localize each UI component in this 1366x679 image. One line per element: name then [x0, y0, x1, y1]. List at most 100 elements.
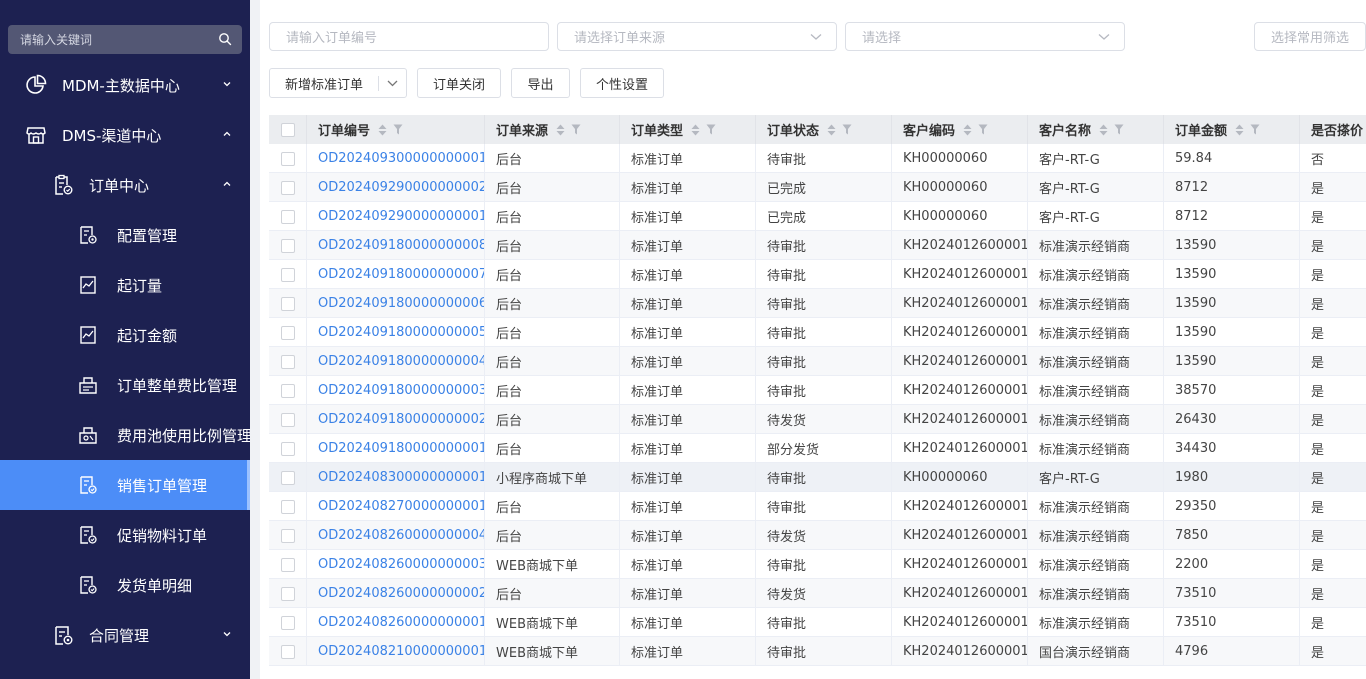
common-filter-select[interactable]: 选择常用筛选 [1254, 22, 1366, 51]
search-icon[interactable] [218, 32, 232, 46]
sidebar-search-input[interactable] [8, 25, 208, 54]
sort-icon[interactable] [556, 124, 565, 136]
table-row[interactable]: OD202409180000000002 后台 标准订单 待发货 KH202401260… [269, 405, 1366, 434]
sort-icon[interactable] [827, 124, 836, 136]
export-button[interactable]: 导出 [511, 68, 570, 98]
sort-icon[interactable] [1099, 124, 1108, 136]
row-checkbox[interactable] [280, 644, 295, 659]
sort-icon[interactable] [378, 124, 387, 136]
table-row[interactable]: OD202408260000000003 WEB商城下单 标准订单 待审批 KH2024… [269, 550, 1366, 579]
sidebar-item-min-amount[interactable]: 起订金额 [0, 310, 250, 360]
order-no-link[interactable]: OD202409180000000006 [318, 296, 484, 311]
order-no-link[interactable]: OD202409180000000004 [318, 354, 484, 369]
new-order-button[interactable]: 新增标准订单 [270, 69, 378, 97]
order-no-link[interactable]: OD202408260000000001 [318, 615, 484, 630]
row-checkbox[interactable] [280, 615, 295, 630]
table-row[interactable]: OD202409180000000007 后台 标准订单 待审批 KH202401260… [269, 260, 1366, 289]
sidebar-item-mdm[interactable]: MDM-主数据中心 [0, 60, 250, 110]
filter-icon[interactable] [978, 124, 988, 135]
order-no-link[interactable]: OD202409180000000002 [318, 412, 484, 427]
column-header-label[interactable]: 订单编号 [318, 120, 370, 139]
order-no-link[interactable]: OD202409290000000002 [318, 180, 484, 195]
sort-icon[interactable] [691, 124, 700, 136]
row-checkbox[interactable] [280, 267, 295, 282]
order-no-link[interactable]: OD202409180000000001 [318, 441, 484, 456]
order-source-select[interactable]: 请选择订单来源 [557, 22, 837, 51]
row-checkbox[interactable] [280, 180, 295, 195]
order-no-link[interactable]: OD202408260000000004 [318, 528, 484, 543]
order-status-select[interactable]: 请选择 [845, 22, 1125, 51]
sidebar-item-config[interactable]: 配置管理 [0, 210, 250, 260]
sidebar-item-delivery-detail[interactable]: 发货单明细 [0, 560, 250, 610]
select-all-checkbox[interactable] [280, 122, 295, 137]
table-row[interactable]: OD202408260000000004 后台 标准订单 待发货 KH202401260… [269, 521, 1366, 550]
order-no-link[interactable]: OD202408260000000003 [318, 557, 484, 572]
new-order-dropdown[interactable] [379, 69, 406, 97]
order-no-link[interactable]: OD202408210000000001 [318, 644, 484, 659]
filter-icon[interactable] [706, 124, 716, 135]
order-no-link[interactable]: OD202408270000000001 [318, 499, 484, 514]
row-checkbox[interactable] [280, 151, 295, 166]
row-checkbox[interactable] [280, 586, 295, 601]
filter-icon[interactable] [1250, 124, 1260, 135]
order-no-link[interactable]: OD202409180000000007 [318, 267, 484, 282]
row-checkbox[interactable] [280, 470, 295, 485]
order-no-link[interactable]: OD202409300000000001 [318, 151, 484, 166]
order-no-link[interactable]: OD202409290000000001 [318, 209, 484, 224]
close-order-button[interactable]: 订单关闭 [417, 68, 501, 98]
table-row[interactable]: OD202408300000000001 小程序商城下单 标准订单 待审批 KH0000… [269, 463, 1366, 492]
row-checkbox[interactable] [280, 441, 295, 456]
table-row[interactable]: OD202409180000000006 后台 标准订单 待审批 KH202401260… [269, 289, 1366, 318]
sidebar-item-sales-order[interactable]: 销售订单管理 [0, 460, 250, 510]
column-header-label[interactable]: 是否搽价 [1311, 120, 1363, 139]
row-checkbox[interactable] [280, 296, 295, 311]
sidebar-item-contract[interactable]: 合同管理 [0, 610, 250, 660]
sort-icon[interactable] [1235, 124, 1244, 136]
table-row[interactable]: OD202409180000000003 后台 标准订单 待审批 KH202401260… [269, 376, 1366, 405]
table-row[interactable]: OD202409180000000004 后台 标准订单 待审批 KH202401260… [269, 347, 1366, 376]
sidebar-item-order-center[interactable]: 订单中心 [0, 160, 250, 210]
row-checkbox[interactable] [280, 557, 295, 572]
column-header-label[interactable]: 订单金额 [1175, 120, 1227, 139]
table-row[interactable]: OD202409180000000001 后台 标准订单 部分发货 KH20240126… [269, 434, 1366, 463]
column-header-label[interactable]: 订单类型 [631, 120, 683, 139]
row-checkbox[interactable] [280, 528, 295, 543]
order-no-link[interactable]: OD202408300000000001 [318, 470, 484, 485]
row-checkbox[interactable] [280, 325, 295, 340]
sidebar-item-promo-order[interactable]: 促销物料订单 [0, 510, 250, 560]
table-row[interactable]: OD202409290000000001 后台 标准订单 已完成 KH00000060 客… [269, 202, 1366, 231]
order-no-link[interactable]: OD202409180000000008 [318, 238, 484, 253]
filter-icon[interactable] [571, 124, 581, 135]
row-checkbox[interactable] [280, 209, 295, 224]
sort-icon[interactable] [963, 124, 972, 136]
row-checkbox[interactable] [280, 354, 295, 369]
sidebar-item-fee-pool[interactable]: 费用池使用比例管理 [0, 410, 250, 460]
column-header-label[interactable]: 订单来源 [496, 120, 548, 139]
column-header-label[interactable]: 客户名称 [1039, 120, 1091, 139]
column-header-label[interactable]: 订单状态 [767, 120, 819, 139]
column-header-label[interactable]: 客户编码 [903, 120, 955, 139]
order-no-link[interactable]: OD202409180000000005 [318, 325, 484, 340]
order-no-link[interactable]: OD202408260000000002 [318, 586, 484, 601]
personal-settings-button[interactable]: 个性设置 [580, 68, 664, 98]
sidebar-item-dms[interactable]: DMS-渠道中心 [0, 110, 250, 160]
filter-icon[interactable] [1114, 124, 1124, 135]
table-row[interactable]: OD202408260000000001 WEB商城下单 标准订单 待审批 KH2024… [269, 608, 1366, 637]
table-row[interactable]: OD202408210000000001 WEB商城下单 标准订单 待审批 KH2024… [269, 637, 1366, 666]
table-row[interactable]: OD202409180000000008 后台 标准订单 待审批 KH202401260… [269, 231, 1366, 260]
row-checkbox[interactable] [280, 238, 295, 253]
order-no-link[interactable]: OD202409180000000003 [318, 383, 484, 398]
table-row[interactable]: OD202409180000000005 后台 标准订单 待审批 KH202401260… [269, 318, 1366, 347]
order-no-input[interactable]: 请输入订单编号 [269, 22, 549, 51]
table-row[interactable]: OD202408270000000001 后台 标准订单 待审批 KH202401260… [269, 492, 1366, 521]
table-row[interactable]: OD202408260000000002 后台 标准订单 待发货 KH202401260… [269, 579, 1366, 608]
row-checkbox[interactable] [280, 499, 295, 514]
sidebar-item-fee-ratio[interactable]: 订单整单费比管理 [0, 360, 250, 410]
table-row[interactable]: OD202409290000000002 后台 标准订单 已完成 KH00000060 客… [269, 173, 1366, 202]
sidebar-item-min-qty[interactable]: 起订量 [0, 260, 250, 310]
row-checkbox[interactable] [280, 412, 295, 427]
filter-icon[interactable] [842, 124, 852, 135]
filter-icon[interactable] [393, 124, 403, 135]
row-checkbox[interactable] [280, 383, 295, 398]
table-row[interactable]: OD202409300000000001 后台 标准订单 待审批 KH00000060 客… [269, 144, 1366, 173]
